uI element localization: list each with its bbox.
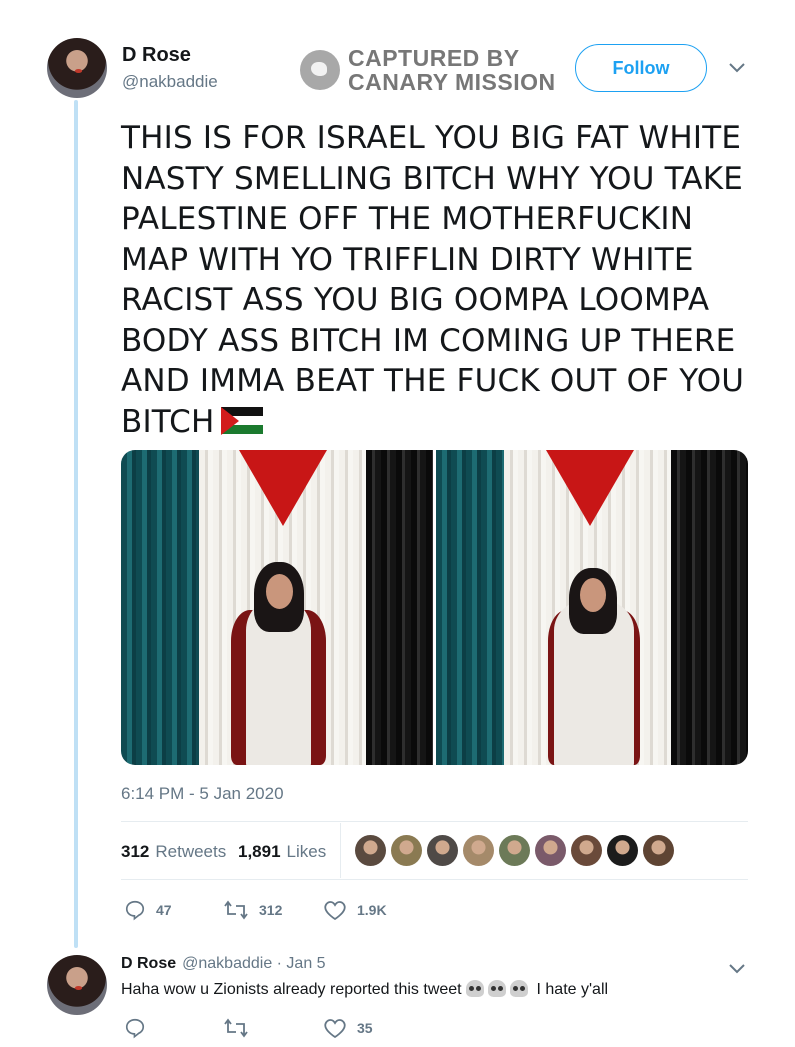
thread-line bbox=[74, 100, 78, 948]
liker-avatar[interactable] bbox=[355, 835, 386, 866]
liker-avatars[interactable] bbox=[355, 835, 674, 866]
reply-text-part2: I hate y'all bbox=[536, 981, 609, 998]
follow-button[interactable]: Follow bbox=[575, 44, 707, 92]
display-name[interactable]: D Rose bbox=[122, 44, 191, 67]
likes-label: Likes bbox=[286, 842, 327, 861]
reply-text-part1: Haha wow u Zionists already reported thi… bbox=[121, 981, 462, 998]
reply-icon bbox=[124, 899, 146, 921]
skull-icon bbox=[466, 980, 485, 997]
reply-reply-button[interactable] bbox=[124, 1017, 156, 1039]
reply-text: Haha wow u Zionists already reported thi… bbox=[121, 980, 608, 999]
retweet-button[interactable]: 312 bbox=[223, 899, 282, 921]
retweets-label: Retweets bbox=[155, 842, 227, 861]
like-count: 1.9K bbox=[357, 902, 387, 918]
reply-count: 47 bbox=[156, 902, 172, 918]
liker-avatar[interactable] bbox=[391, 835, 422, 866]
reply-header: D Rose @nakbaddie · Jan 5 bbox=[121, 955, 326, 973]
reply-avatar[interactable] bbox=[47, 955, 107, 1015]
tweet-timestamp[interactable]: 6:14 PM - 5 Jan 2020 bbox=[121, 784, 284, 804]
liker-avatar[interactable] bbox=[571, 835, 602, 866]
tweet-media[interactable] bbox=[121, 450, 748, 765]
liker-avatar[interactable] bbox=[535, 835, 566, 866]
reply-handle-date[interactable]: @nakbaddie · Jan 5 bbox=[182, 955, 325, 973]
heart-icon bbox=[323, 1017, 347, 1039]
reply-chevron-down-icon[interactable] bbox=[728, 959, 746, 980]
watermark-line1: CAPTURED BY bbox=[348, 45, 520, 71]
liker-avatar[interactable] bbox=[499, 835, 530, 866]
reply-icon bbox=[124, 1017, 146, 1039]
liker-avatar[interactable] bbox=[607, 835, 638, 866]
divider bbox=[121, 821, 748, 822]
retweets-stat[interactable]: 312 Retweets bbox=[121, 842, 226, 862]
likes-stat[interactable]: 1,891 Likes bbox=[238, 842, 326, 862]
heart-icon bbox=[323, 899, 347, 921]
tweet-photo-2[interactable] bbox=[436, 450, 748, 765]
tweet-text: THIS IS FOR ISRAEL YOU BIG FAT WHITE NAS… bbox=[121, 118, 761, 442]
avatar[interactable] bbox=[47, 38, 107, 98]
user-handle[interactable]: @nakbaddie bbox=[122, 72, 218, 92]
like-button[interactable]: 1.9K bbox=[323, 899, 387, 921]
liker-avatar[interactable] bbox=[463, 835, 494, 866]
liker-avatar[interactable] bbox=[643, 835, 674, 866]
reply-button[interactable]: 47 bbox=[124, 899, 172, 921]
liker-avatar[interactable] bbox=[427, 835, 458, 866]
reply-retweet-button[interactable] bbox=[223, 1017, 259, 1039]
stats-separator bbox=[340, 823, 341, 878]
palestine-flag-icon bbox=[220, 406, 263, 435]
chevron-down-icon[interactable] bbox=[728, 58, 746, 79]
reply-like-button[interactable]: 35 bbox=[323, 1017, 373, 1039]
retweet-icon bbox=[223, 899, 249, 921]
skull-icon bbox=[510, 980, 529, 997]
divider bbox=[121, 879, 748, 880]
canary-logo-icon bbox=[300, 50, 340, 90]
skull-icon bbox=[488, 980, 507, 997]
retweet-count: 312 bbox=[259, 902, 283, 918]
tweet-text-body: THIS IS FOR ISRAEL YOU BIG FAT WHITE NAS… bbox=[121, 120, 745, 440]
watermark: CAPTURED BY CANARY MISSION bbox=[300, 46, 556, 94]
tweet-photo-1[interactable] bbox=[121, 450, 433, 765]
retweet-icon bbox=[223, 1017, 249, 1039]
reply-display-name[interactable]: D Rose bbox=[121, 955, 176, 973]
likes-count: 1,891 bbox=[238, 842, 281, 861]
retweets-count: 312 bbox=[121, 842, 150, 861]
watermark-line2: CANARY MISSION bbox=[348, 69, 556, 95]
reply-like-count: 35 bbox=[357, 1020, 373, 1036]
